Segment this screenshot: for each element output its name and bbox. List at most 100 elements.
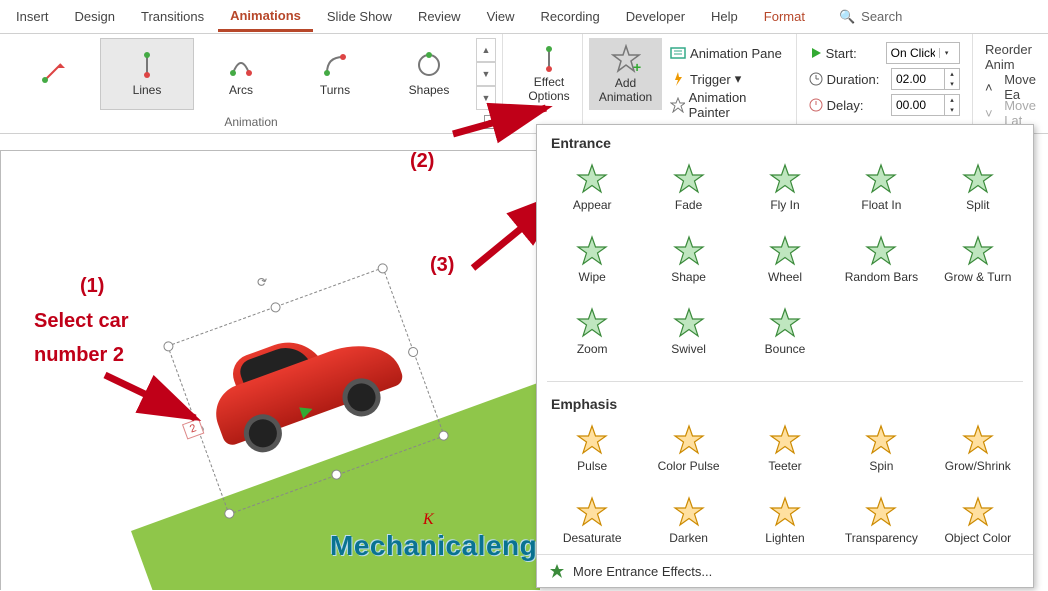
add-animation-dropdown: Entrance Appear Fade Fly In Float In Spl… [536,124,1034,588]
effect-color-pulse[interactable]: Color Pulse [641,418,735,486]
category-emphasis: Emphasis [537,386,1033,418]
rotate-handle-icon[interactable]: ⟳ [255,270,278,293]
gallery-item-none[interactable] [6,38,100,110]
effect-fade[interactable]: Fade [641,157,735,225]
effect-label: Wipe [579,270,606,284]
ribbon-tabstrip: Insert Design Transitions Animations Sli… [0,0,1048,34]
tab-view[interactable]: View [475,3,527,30]
effect-transparency[interactable]: Transparency [834,490,928,554]
tab-animations[interactable]: Animations [218,2,313,32]
start-dropdown[interactable]: ▾ [940,48,954,58]
gallery-scroll-down[interactable]: ▼ [476,62,496,86]
star-icon [961,162,995,196]
animation-painter-icon [670,97,685,113]
delay-value[interactable] [892,98,944,112]
effect-label: Grow & Turn [944,270,1011,284]
star-icon [672,306,706,340]
effect-label: Object Color [944,531,1011,545]
motion-turns-icon [321,51,349,79]
reorder-title: Reorder Anim [985,42,1036,72]
duration-down[interactable]: ▾ [945,79,959,89]
effect-label: Fade [675,198,702,212]
more-entrance-effects[interactable]: More Entrance Effects... [537,554,1033,587]
star-icon [575,234,609,268]
duration-up[interactable]: ▴ [945,69,959,79]
gallery-item-turns[interactable]: Turns [288,38,382,110]
effect-random-bars[interactable]: Random Bars [834,229,928,297]
delay-up[interactable]: ▴ [945,95,959,105]
effect-grow-turn[interactable]: Grow & Turn [931,229,1025,297]
advanced-column: Animation Pane Trigger ▾ Animation Paint… [662,38,790,133]
tab-design[interactable]: Design [63,3,127,30]
tab-help[interactable]: Help [699,3,750,30]
effect-wheel[interactable]: Wheel [738,229,832,297]
tab-review[interactable]: Review [406,3,473,30]
tab-developer[interactable]: Developer [614,3,697,30]
add-animation-button[interactable]: + Add Animation [589,38,662,110]
animation-painter-button[interactable]: Animation Painter [670,94,782,116]
effect-label: Wheel [768,270,802,284]
effect-label: Shape [671,270,706,284]
trigger-button[interactable]: Trigger ▾ [670,68,782,90]
delay-spinner[interactable]: ▴▾ [891,94,960,116]
start-icon [809,46,822,60]
effect-label: Appear [573,198,612,212]
effect-spin[interactable]: Spin [834,418,928,486]
effect-appear[interactable]: Appear [545,157,639,225]
gallery-item-lines[interactable]: Lines [100,38,194,110]
chevron-down-icon: ▾ [735,71,742,87]
search-box[interactable]: 🔍 Search [839,9,902,25]
start-value[interactable] [887,46,939,60]
star-icon [768,495,802,529]
effect-fly-in[interactable]: Fly In [738,157,832,225]
slide-canvas[interactable]: K ⟳ 2 [0,150,540,590]
resize-handle[interactable] [407,346,420,359]
effect-swivel[interactable]: Swivel [641,301,735,369]
duration-value[interactable] [892,72,944,86]
emphasis-grid: Pulse Color Pulse Teeter Spin Grow/Shrin… [537,418,1033,554]
effect-label: Transparency [845,531,918,545]
effect-label: Zoom [577,342,608,356]
effect-bounce[interactable]: Bounce [738,301,832,369]
annotation-step2: (2) [410,150,434,173]
effect-zoom[interactable]: Zoom [545,301,639,369]
effect-options-button[interactable]: Effect Options [509,38,589,110]
effect-split[interactable]: Split [931,157,1025,225]
effect-teeter[interactable]: Teeter [738,418,832,486]
annotation-step1-line1: Select car [34,310,129,333]
tab-insert[interactable]: Insert [4,3,61,30]
tab-recording[interactable]: Recording [529,3,612,30]
gallery-scroll-up[interactable]: ▲ [476,38,496,62]
effect-grow-shrink[interactable]: Grow/Shrink [931,418,1025,486]
effect-darken[interactable]: Darken [641,490,735,554]
tab-transitions[interactable]: Transitions [129,3,216,30]
effect-lighten[interactable]: Lighten [738,490,832,554]
motion-arcs-icon [227,51,255,79]
animation-pane-button[interactable]: Animation Pane [670,42,782,64]
gallery-item-shapes[interactable]: Shapes [382,38,476,110]
delay-down[interactable]: ▾ [945,105,959,115]
resize-handle[interactable] [269,301,282,314]
resize-handle[interactable] [376,262,389,275]
entrance-grid: Appear Fade Fly In Float In Split Wipe S… [537,157,1033,377]
dropdown-scroll[interactable]: Entrance Appear Fade Fly In Float In Spl… [537,125,1033,554]
effect-label: Darken [669,531,708,545]
effect-desaturate[interactable]: Desaturate [545,490,639,554]
tab-slideshow[interactable]: Slide Show [315,3,404,30]
move-later-button: ˅ Move Lat [985,102,1036,124]
start-select[interactable]: ▾ [886,42,960,64]
effect-float-in[interactable]: Float In [834,157,928,225]
effect-shape[interactable]: Shape [641,229,735,297]
effect-object-color[interactable]: Object Color [931,490,1025,554]
resize-handle[interactable] [162,340,175,353]
gallery-item-arcs[interactable]: Arcs [194,38,288,110]
star-icon [961,495,995,529]
move-earlier-button[interactable]: ˄ Move Ea [985,76,1036,98]
effect-pulse[interactable]: Pulse [545,418,639,486]
annotation-step1-line2: number 2 [34,344,124,367]
star-icon [672,234,706,268]
duration-spinner[interactable]: ▴▾ [891,68,960,90]
tab-format[interactable]: Format [752,3,817,30]
animation-pane-icon [670,45,686,61]
effect-wipe[interactable]: Wipe [545,229,639,297]
